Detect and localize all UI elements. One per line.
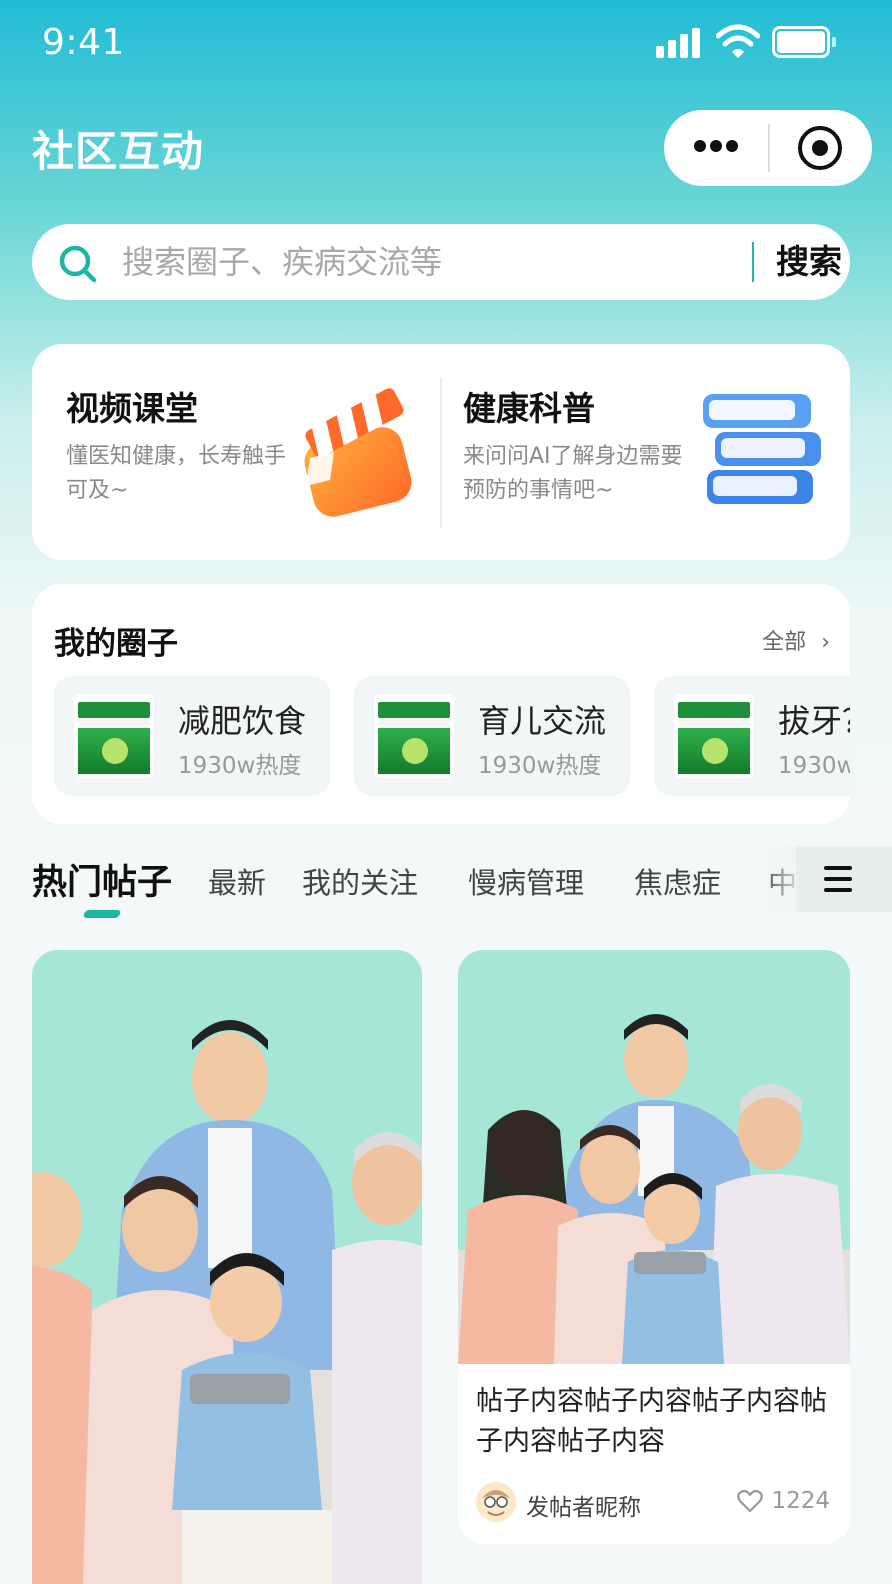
- feature-cards: 视频课堂 懂医知健康，长寿触手可及~ 健康科普 来问问AI了解身边需要预防的事情…: [32, 344, 850, 560]
- clapperboard-icon: [304, 388, 412, 517]
- search-bar: 搜索: [32, 224, 850, 300]
- cellular-signal-icon: [656, 28, 704, 58]
- circle-heat: 1930w热度: [778, 753, 850, 779]
- health-science-card[interactable]: 健康科普 来问问AI了解身边需要预防的事情吧~: [441, 344, 850, 560]
- search-button[interactable]: 搜索: [776, 224, 842, 300]
- family-photo: [32, 950, 422, 1584]
- chevron-right-icon: ›: [821, 630, 830, 655]
- my-circles-section: 我的圈子 全部 › 减肥饮食 1930w热度 育儿交流 1930w热度 拔牙 1…: [32, 584, 850, 824]
- tab-following[interactable]: 我的关注: [302, 860, 418, 902]
- heart-icon: [737, 1489, 764, 1513]
- mini-program-capsule: [664, 110, 872, 186]
- view-all-label: 全部: [762, 630, 807, 655]
- tab-latest[interactable]: 最新: [208, 860, 266, 902]
- family-photo: [458, 950, 850, 1364]
- avatar-icon: [476, 1482, 516, 1522]
- like-button[interactable]: 1224: [737, 1488, 830, 1514]
- circle-heat: 1930w热度: [478, 753, 602, 779]
- battery-icon: [772, 26, 836, 58]
- medicine-box-icon: [74, 694, 154, 778]
- author-avatar[interactable]: [476, 1482, 516, 1522]
- circle-item[interactable]: 减肥饮食 1930w热度: [54, 676, 330, 796]
- circle-item[interactable]: 拔牙？ 1930w热度: [654, 676, 850, 796]
- post-card[interactable]: [32, 950, 422, 1584]
- tab-chronic-disease[interactable]: 慢病管理: [468, 860, 584, 902]
- books-icon: [703, 394, 821, 504]
- video-class-card[interactable]: 视频课堂 懂医知健康，长寿触手可及~: [32, 344, 441, 560]
- circle-name: 育儿交流: [478, 702, 607, 740]
- feature-title: 健康科普: [463, 389, 595, 428]
- close-mini-program-icon[interactable]: [798, 126, 842, 170]
- like-count: 1224: [771, 1488, 830, 1514]
- feature-description: 懂医知健康，长寿触手可及~: [66, 444, 287, 503]
- feature-description: 来问问AI了解身边需要预防的事情吧~: [463, 444, 683, 503]
- search-divider: [752, 242, 754, 282]
- view-all-link[interactable]: 全部 ›: [762, 624, 830, 656]
- wifi-icon: [716, 24, 760, 58]
- tab-menu-button[interactable]: [796, 846, 892, 912]
- circle-item[interactable]: 育儿交流 1930w热度: [354, 676, 630, 796]
- section-title: 我的圈子: [54, 626, 178, 662]
- tab-hot-posts[interactable]: 热门帖子: [32, 854, 172, 905]
- search-icon: [59, 245, 97, 283]
- post-tabs: 热门帖子 最新 我的关注 慢病管理 焦虑症 中医: [0, 846, 892, 926]
- circle-name: 拔牙？: [778, 702, 850, 740]
- status-time: 9:41: [42, 22, 125, 63]
- menu-icon: [824, 866, 852, 870]
- author-name: 发帖者昵称: [526, 1495, 641, 1521]
- post-content: 帖子内容帖子内容帖子内容帖子内容帖子内容: [476, 1386, 827, 1457]
- status-bar: 9:41: [0, 0, 892, 90]
- circle-heat: 1930w热度: [178, 753, 302, 779]
- tab-anxiety[interactable]: 焦虑症: [634, 860, 721, 902]
- more-options-icon[interactable]: [694, 140, 738, 156]
- medicine-box-icon: [374, 694, 454, 778]
- active-tab-indicator: [82, 910, 122, 918]
- post-card[interactable]: 帖子内容帖子内容帖子内容帖子内容帖子内容 发帖者昵称 1224: [458, 950, 850, 1544]
- capsule-divider: [768, 124, 770, 172]
- feature-title: 视频课堂: [66, 389, 198, 428]
- medicine-box-icon: [674, 694, 754, 778]
- page-title: 社区互动: [32, 127, 205, 176]
- circle-name: 减肥饮食: [178, 702, 307, 740]
- search-input[interactable]: [122, 224, 722, 300]
